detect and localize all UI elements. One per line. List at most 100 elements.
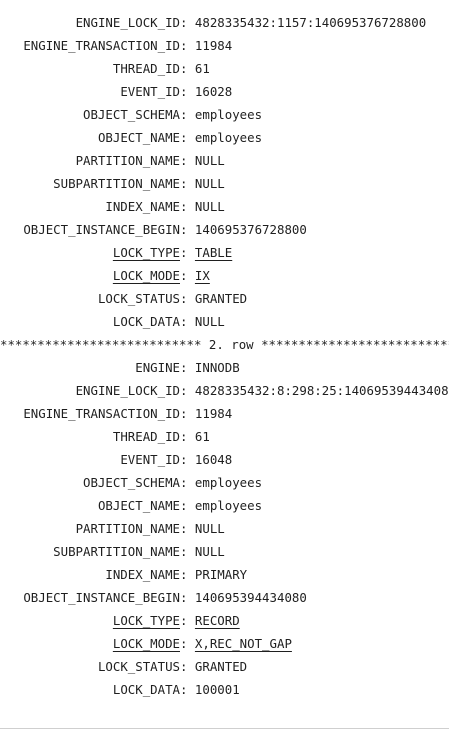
field-line: ENGINE_TRANSACTION_ID: 11984 (0, 402, 449, 425)
field-line: OBJECT_NAME: employees (0, 494, 449, 517)
field-line: OBJECT_NAME: employees (0, 126, 449, 149)
field-separator: : (180, 107, 195, 122)
field-name: LOCK_TYPE (112, 613, 180, 628)
field-line: LOCK_MODE: X,REC_NOT_GAP (0, 632, 449, 655)
field-separator: : (180, 590, 195, 605)
field-separator: : (180, 682, 195, 697)
field-name: ENGINE_TRANSACTION_ID (23, 406, 180, 421)
field-name: ENGINE (135, 360, 180, 375)
field-value: employees (194, 498, 263, 513)
field-value: NULL (194, 521, 225, 536)
field-line: EVENT_ID: 16048 (0, 448, 449, 471)
bottom-divider (0, 728, 449, 729)
field-separator: : (180, 659, 195, 674)
field-separator: : (180, 291, 195, 306)
field-separator: : (180, 130, 195, 145)
field-separator: : (180, 199, 195, 214)
result-row-2: ENGINE: INNODB ENGINE_LOCK_ID: 4828335432… (0, 356, 449, 701)
field-name: INDEX_NAME (105, 199, 180, 214)
field-separator: : (180, 567, 195, 582)
field-separator: : (180, 475, 195, 490)
field-line: OBJECT_INSTANCE_BEGIN: 140695376728800 (0, 218, 449, 241)
field-separator: : (180, 153, 195, 168)
field-line: LOCK_STATUS: GRANTED (0, 655, 449, 678)
field-line: OBJECT_SCHEMA: employees (0, 103, 449, 126)
field-name: LOCK_STATUS (97, 291, 180, 306)
field-line: ENGINE: INNODB (0, 356, 449, 379)
field-separator: : (180, 222, 195, 237)
field-separator: : (180, 544, 195, 559)
field-value: employees (194, 107, 263, 122)
field-name: OBJECT_NAME (97, 130, 180, 145)
field-value: NULL (194, 199, 225, 214)
field-value: RECORD (194, 613, 240, 628)
terminal-output: ENGINE_LOCK_ID: 4828335432:1157:14069537… (0, 0, 449, 738)
field-separator: : (180, 360, 195, 375)
field-name: ENGINE_LOCK_ID (75, 15, 180, 30)
field-separator: : (180, 521, 195, 536)
field-value: NULL (194, 314, 225, 329)
field-separator: : (180, 636, 195, 651)
field-separator: : (180, 429, 195, 444)
field-value: 61 (194, 429, 210, 444)
field-name: OBJECT_SCHEMA (83, 475, 180, 490)
field-value: 11984 (194, 38, 233, 53)
field-line: THREAD_ID: 61 (0, 57, 449, 80)
field-separator: : (180, 613, 195, 628)
field-value: NULL (194, 153, 225, 168)
field-line: PARTITION_NAME: NULL (0, 149, 449, 172)
field-value: employees (194, 475, 263, 490)
field-name: ENGINE_TRANSACTION_ID (23, 38, 180, 53)
field-value: GRANTED (194, 291, 248, 306)
field-value: 16028 (194, 84, 233, 99)
field-line: LOCK_MODE: IX (0, 264, 449, 287)
field-name: EVENT_ID (120, 452, 180, 467)
field-value: 140695376728800 (194, 222, 307, 237)
field-separator: : (180, 314, 195, 329)
field-separator: : (180, 176, 195, 191)
field-value: GRANTED (194, 659, 248, 674)
field-value: 100001 (194, 682, 240, 697)
field-value: employees (194, 130, 263, 145)
field-value: 11984 (194, 406, 233, 421)
field-value: 4828335432:8:298:25:140695394434080 (194, 383, 449, 398)
field-line: ENGINE_LOCK_ID: 4828335432:1157:14069537… (0, 11, 449, 34)
field-line: LOCK_TYPE: RECORD (0, 609, 449, 632)
field-name: THREAD_ID (112, 429, 180, 444)
field-line: INDEX_NAME: NULL (0, 195, 449, 218)
field-name: ENGINE_LOCK_ID (75, 383, 180, 398)
field-value: 4828335432:1157:140695376728800 (194, 15, 427, 30)
field-line: OBJECT_SCHEMA: employees (0, 471, 449, 494)
field-line: LOCK_DATA: NULL (0, 310, 449, 333)
field-separator: : (180, 452, 195, 467)
field-value: NULL (194, 544, 225, 559)
field-line: SUBPARTITION_NAME: NULL (0, 172, 449, 195)
field-line: EVENT_ID: 16028 (0, 80, 449, 103)
field-name: LOCK_TYPE (112, 245, 180, 260)
field-line: SUBPARTITION_NAME: NULL (0, 540, 449, 563)
field-name: SUBPARTITION_NAME (53, 544, 180, 559)
field-separator: : (180, 38, 195, 53)
field-value: 61 (194, 61, 210, 76)
field-name: OBJECT_NAME (97, 498, 180, 513)
field-value: X,REC_NOT_GAP (194, 636, 292, 651)
field-name: OBJECT_SCHEMA (83, 107, 180, 122)
field-separator: : (180, 498, 195, 513)
field-separator: : (180, 383, 195, 398)
field-line: ENGINE_TRANSACTION_ID: 11984 (0, 34, 449, 57)
field-line: PARTITION_NAME: NULL (0, 517, 449, 540)
field-separator: : (180, 406, 195, 421)
field-line: LOCK_TYPE: TABLE (0, 241, 449, 264)
field-line: ENGINE_LOCK_ID: 4828335432:8:298:25:1406… (0, 379, 449, 402)
result-row-1: ENGINE_LOCK_ID: 4828335432:1157:14069537… (0, 11, 449, 333)
field-line: OBJECT_INSTANCE_BEGIN: 140695394434080 (0, 586, 449, 609)
field-line: INDEX_NAME: PRIMARY (0, 563, 449, 586)
field-value: NULL (194, 176, 225, 191)
field-separator: : (180, 61, 195, 76)
field-name: SUBPARTITION_NAME (53, 176, 180, 191)
field-separator: : (180, 245, 195, 260)
field-name: PARTITION_NAME (75, 153, 180, 168)
field-separator: : (180, 15, 195, 30)
field-value: PRIMARY (194, 567, 248, 582)
field-value: TABLE (194, 245, 233, 260)
